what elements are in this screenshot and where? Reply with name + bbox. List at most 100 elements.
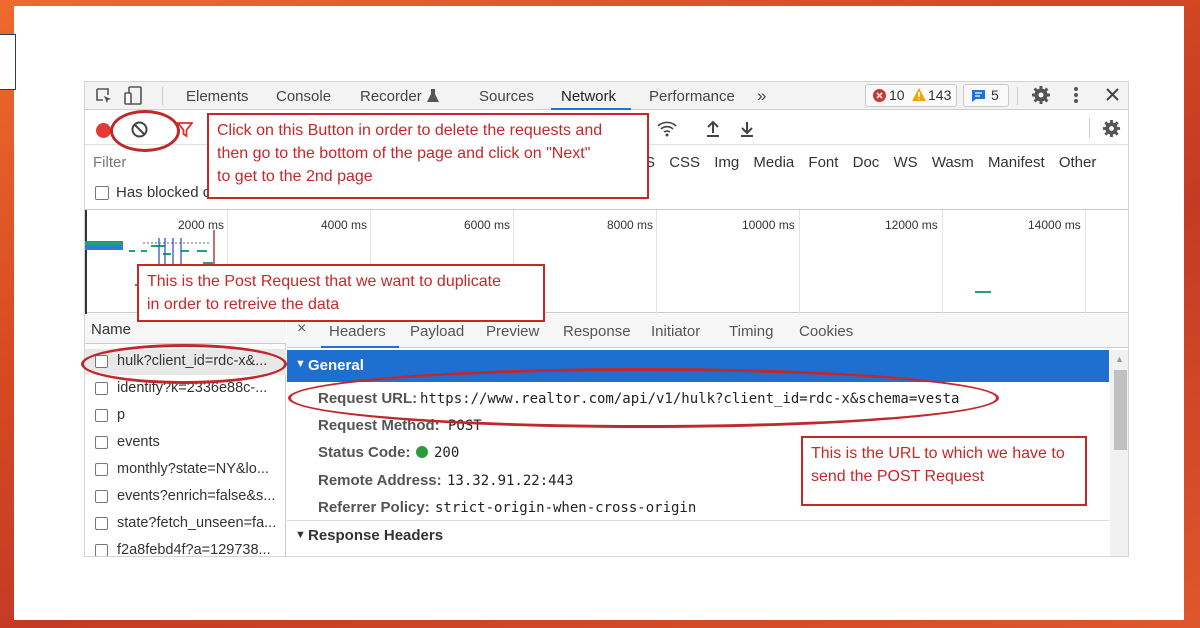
kebab-menu-icon[interactable]	[1072, 85, 1080, 105]
issues-badge[interactable]: 10 143	[865, 84, 957, 107]
request-row[interactable]: p	[85, 403, 286, 429]
url-note: This is the URL to which we have to send…	[801, 436, 1087, 506]
warning-icon	[912, 88, 926, 101]
tab-initiator[interactable]: Initiator	[651, 323, 700, 340]
type-filter-ws[interactable]: WS	[893, 154, 917, 171]
devtools-tab-bar: Elements Console Recorder Sources Networ…	[85, 82, 1128, 110]
request-row[interactable]: events	[85, 430, 286, 456]
tab-console[interactable]: Console	[276, 88, 331, 105]
row-checkbox	[95, 463, 108, 476]
type-filter-css[interactable]: CSS	[669, 154, 700, 171]
messages-badge[interactable]: 5	[963, 84, 1009, 107]
left-edge-tab	[0, 34, 16, 90]
request-row[interactable]: events?enrich=false&s...	[85, 484, 286, 510]
flask-icon	[427, 89, 439, 103]
type-filter-other[interactable]: Other	[1059, 154, 1097, 171]
status-code-label: Status Code:	[318, 444, 411, 461]
remote-address-value: 13.32.91.22:443	[447, 473, 574, 489]
post-request-highlight	[81, 344, 287, 384]
request-row[interactable]: state?fetch_unseen=fa...	[85, 511, 286, 537]
close-details-icon[interactable]: ×	[297, 320, 306, 338]
note-line: This is the Post Request that we want to…	[147, 273, 501, 290]
divider	[162, 87, 163, 105]
close-icon[interactable]	[1105, 87, 1120, 102]
tab-sources[interactable]: Sources	[479, 88, 534, 105]
status-ok-icon	[416, 446, 428, 458]
inspect-icon[interactable]	[94, 86, 114, 106]
triangle-down-icon: ▼	[295, 529, 306, 541]
network-settings-gear-icon[interactable]	[1102, 119, 1121, 138]
row-checkbox	[95, 517, 108, 530]
error-count: 10	[889, 87, 905, 103]
triangle-down-icon: ▼	[295, 358, 306, 370]
divider	[1017, 87, 1018, 105]
filter-input[interactable]: Filter	[93, 154, 126, 171]
download-icon[interactable]	[739, 120, 755, 138]
tab-elements[interactable]: Elements	[186, 88, 249, 105]
type-filter-media[interactable]: Media	[753, 154, 794, 171]
tab-recorder[interactable]: Recorder	[360, 88, 422, 105]
referrer-policy-value: strict-origin-when-cross-origin	[435, 500, 697, 516]
note-line: to get to the 2nd page	[217, 168, 373, 185]
tab-timing[interactable]: Timing	[729, 323, 773, 340]
note-line: then go to the bottom of the page and cl…	[217, 145, 591, 162]
more-tabs-icon[interactable]: »	[757, 86, 766, 106]
name-header-label: Name	[91, 321, 132, 338]
tab-headers[interactable]: Headers	[329, 323, 386, 340]
response-headers-section[interactable]: ▼ Response Headers	[287, 520, 1109, 548]
has-blocked-checkbox[interactable]	[95, 186, 109, 200]
request-row[interactable]: monthly?state=NY&lo...	[85, 457, 286, 483]
message-icon	[971, 89, 986, 103]
type-filter-wasm[interactable]: Wasm	[932, 154, 974, 171]
tab-response[interactable]: Response	[563, 323, 631, 340]
note-line: Click on this Button in order to delete …	[217, 122, 603, 139]
scroll-up-icon[interactable]: ▲	[1115, 354, 1124, 364]
warning-count: 143	[928, 87, 952, 103]
active-detail-tab-indicator	[321, 346, 399, 348]
response-headers-title: Response Headers	[308, 527, 444, 544]
device-toolbar-icon[interactable]	[123, 85, 145, 107]
record-icon[interactable]	[96, 123, 111, 138]
row-checkbox	[95, 409, 108, 422]
request-name: events	[117, 434, 160, 450]
row-checkbox	[95, 490, 108, 503]
request-url-highlight	[288, 368, 999, 428]
remote-address-label: Remote Address:	[318, 472, 442, 489]
clear-button-highlight	[110, 110, 180, 152]
type-filter-img[interactable]: Img	[714, 154, 739, 171]
general-title: General	[308, 357, 364, 374]
note-line: This is the URL to which we have to	[811, 445, 1065, 462]
tab-preview[interactable]: Preview	[486, 323, 539, 340]
tab-performance[interactable]: Performance	[649, 88, 735, 105]
tab-network[interactable]: Network	[561, 88, 616, 105]
tab-cookies[interactable]: Cookies	[799, 323, 853, 340]
request-name: state?fetch_unseen=fa...	[117, 515, 277, 531]
referrer-policy-label: Referrer Policy:	[318, 499, 430, 516]
settings-gear-icon[interactable]	[1031, 85, 1051, 105]
post-request-note: This is the Post Request that we want to…	[137, 264, 545, 322]
type-filter-list: S CSS Img Media Font Doc WS Wasm Manifes…	[645, 154, 1096, 171]
request-name: events?enrich=false&s...	[117, 488, 276, 504]
type-filter-doc[interactable]: Doc	[853, 154, 880, 171]
has-blocked-label: Has blocked c	[116, 184, 211, 201]
divider	[1089, 118, 1090, 138]
error-icon	[873, 89, 886, 102]
request-name: monthly?state=NY&lo...	[117, 461, 269, 477]
active-tab-indicator	[551, 108, 631, 110]
network-conditions-icon[interactable]	[657, 120, 677, 138]
row-checkbox	[95, 436, 108, 449]
type-filter-manifest[interactable]: Manifest	[988, 154, 1045, 171]
note-line: send the POST Request	[811, 468, 985, 485]
tab-payload[interactable]: Payload	[410, 323, 464, 340]
row-checkbox	[95, 544, 108, 556]
status-code-value: 200	[434, 445, 460, 461]
message-count: 5	[991, 87, 999, 103]
request-row[interactable]: f2a8febd4f?a=129738...	[85, 538, 286, 556]
row-checkbox	[95, 382, 108, 395]
scrollbar-thumb[interactable]	[1114, 370, 1127, 450]
clear-button-note: Click on this Button in order to delete …	[207, 113, 649, 199]
request-name: p	[117, 407, 126, 423]
note-line: in order to retreive the data	[147, 296, 340, 313]
type-filter-font[interactable]: Font	[808, 154, 838, 171]
upload-icon[interactable]	[705, 120, 721, 138]
